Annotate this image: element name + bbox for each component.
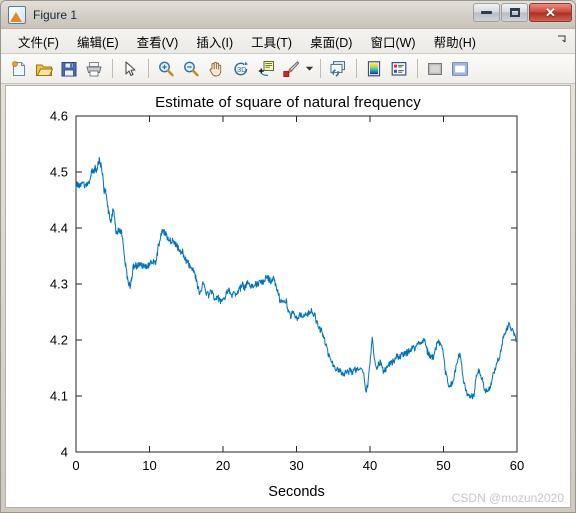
data-series-line [75, 157, 518, 400]
pan-hand-icon[interactable] [204, 57, 227, 80]
screenshot-root: Figure 1 ✕ 文件(F) 编辑(E) 查看(V) 插入(I) 工具(T)… [0, 0, 576, 513]
menu-view[interactable]: 查看(V) [128, 30, 188, 53]
x-tick-label: 0 [72, 458, 79, 473]
toolbar-separator [320, 59, 321, 78]
window-title: Figure 1 [33, 7, 78, 22]
menu-edit[interactable]: 编辑(E) [68, 30, 128, 53]
hide-plot-tools-icon[interactable] [423, 57, 446, 80]
x-axis-label: Seconds [268, 484, 324, 500]
y-tick-label: 4.4 [50, 221, 68, 236]
close-icon: ✕ [545, 5, 556, 20]
menu-help[interactable]: 帮助(H) [425, 30, 485, 53]
y-tick-label: 4.1 [50, 389, 68, 404]
matlab-figure-icon [8, 5, 26, 24]
x-tick-label: 10 [142, 458, 156, 473]
x-tick-label: 20 [216, 458, 230, 473]
figure-canvas: Estimate of square of natural frequency … [5, 85, 571, 508]
y-tick-label: 4.5 [50, 165, 68, 180]
toolbar-separator [112, 59, 113, 78]
plot-area[interactable]: 0 10 20 30 40 50 60 4 4.1 4.2 4.3 4.4 4.5 4.6 Seconds [6, 86, 571, 508]
menubar: 文件(F) 编辑(E) 查看(V) 插入(I) 工具(T) 桌面(D) 窗口(W… [1, 29, 575, 54]
brush-dropdown-caret-icon[interactable] [304, 57, 315, 80]
titlebar: Figure 1 ✕ [1, 1, 575, 29]
menu-tools[interactable]: 工具(T) [242, 30, 301, 53]
brush-icon[interactable] [279, 57, 302, 80]
save-figure-icon[interactable] [57, 57, 80, 80]
maximize-icon [509, 8, 520, 17]
toolbar-separator [356, 59, 357, 78]
print-figure-icon[interactable] [82, 57, 105, 80]
data-cursor-icon[interactable] [254, 57, 277, 80]
y-tick-label: 4.3 [50, 277, 68, 292]
y-tick-label: 4.6 [50, 109, 68, 124]
y-tick-label: 4.2 [50, 333, 68, 348]
svg-text:3D: 3D [237, 65, 247, 74]
maximize-button[interactable] [501, 3, 528, 22]
menu-desktop[interactable]: 桌面(D) [301, 30, 361, 53]
x-tick-label: 30 [289, 458, 303, 473]
open-file-icon[interactable] [32, 57, 55, 80]
show-plot-tools-icon[interactable] [448, 57, 471, 80]
menu-window[interactable]: 窗口(W) [361, 30, 424, 53]
link-plot-icon[interactable] [326, 57, 349, 80]
axes-box [75, 115, 518, 453]
rotate-3d-icon[interactable]: 3D [229, 57, 252, 80]
legend-icon[interactable] [387, 57, 410, 80]
figure-window: Figure 1 ✕ 文件(F) 编辑(E) 查看(V) 插入(I) 工具(T)… [0, 0, 576, 513]
watermark: CSDN @mozun2020 [451, 491, 564, 505]
new-figure-icon[interactable] [7, 57, 30, 80]
edit-plot-arrow-icon[interactable] [118, 57, 141, 80]
x-tick-label: 60 [510, 458, 524, 473]
menu-file[interactable]: 文件(F) [9, 30, 68, 53]
menu-insert[interactable]: 插入(I) [187, 30, 242, 53]
window-controls: ✕ [472, 3, 572, 22]
menu-overflow-icon[interactable] [557, 34, 567, 47]
toolbar: 3D [1, 54, 575, 84]
toolbar-separator [417, 59, 418, 78]
minimize-icon [481, 11, 492, 14]
close-button[interactable]: ✕ [529, 3, 572, 22]
toolbar-separator [148, 59, 149, 78]
zoom-in-icon[interactable] [154, 57, 177, 80]
zoom-out-icon[interactable] [179, 57, 202, 80]
colorbar-icon[interactable] [362, 57, 385, 80]
x-tick-label: 40 [363, 458, 377, 473]
y-tick-label: 4 [61, 445, 68, 460]
minimize-button[interactable] [473, 3, 500, 22]
x-tick-label: 50 [436, 458, 450, 473]
